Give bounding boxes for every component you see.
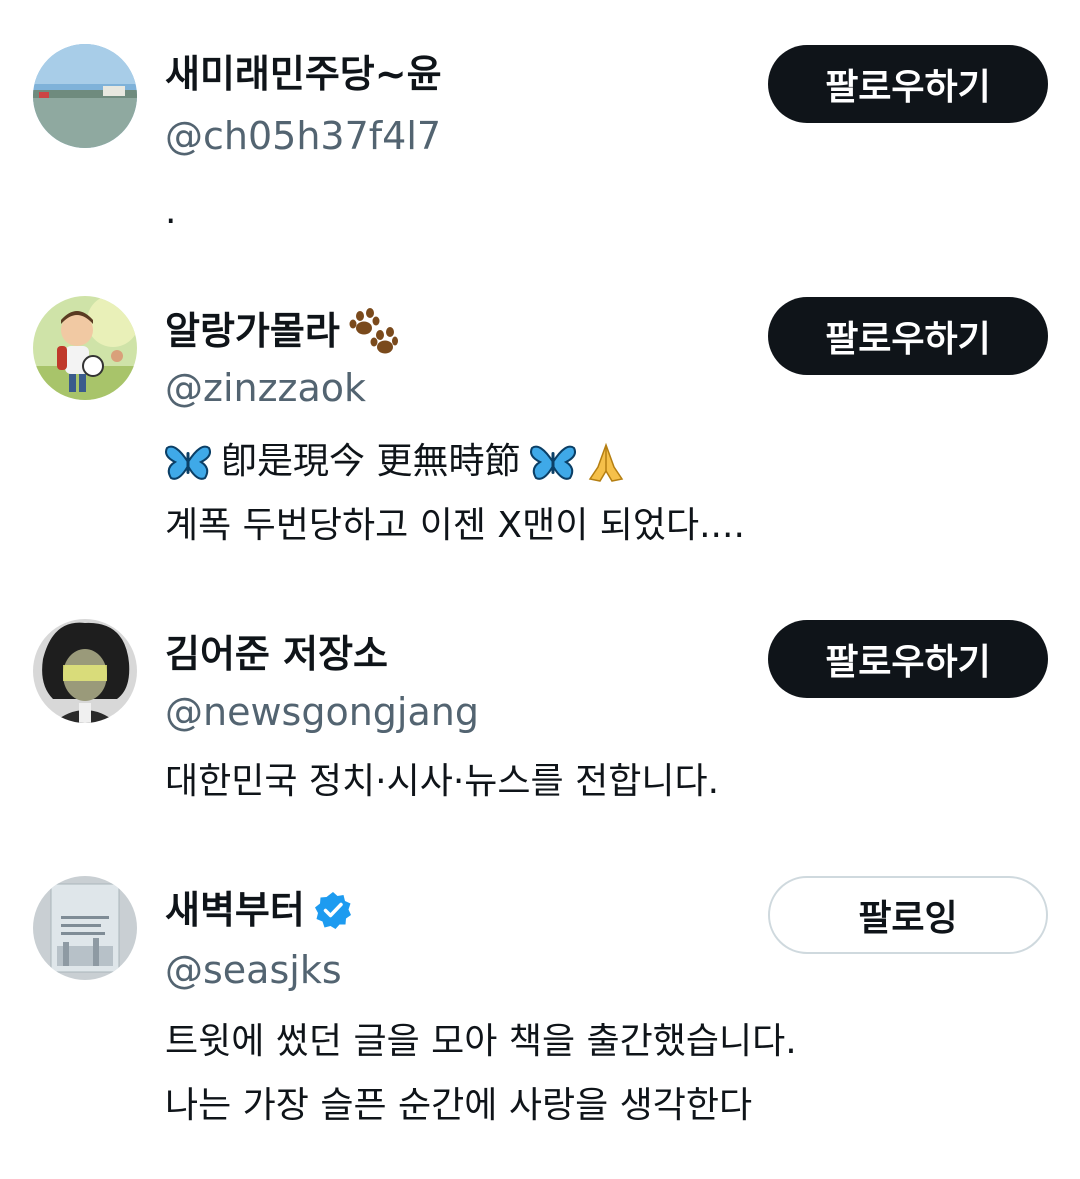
following-button[interactable]: 팔로잉	[768, 876, 1048, 954]
bio-line: 나는 가장 슬픈 순간에 사랑을 생각한다	[165, 1085, 753, 1126]
paw-prints-icon	[348, 308, 398, 354]
display-name-text: 새미래민주당~윤	[165, 52, 442, 96]
avatar[interactable]	[33, 876, 137, 980]
follow-button[interactable]: 팔로우하기	[768, 297, 1048, 375]
user-handle: @seasjks	[165, 948, 342, 992]
butterfly-icon	[530, 442, 577, 482]
avatar[interactable]	[33, 44, 137, 148]
avatar[interactable]	[33, 296, 137, 400]
user-handle: @newsgongjang	[165, 690, 479, 734]
follow-button[interactable]: 팔로우하기	[768, 620, 1048, 698]
user-handle: @ch05h37f4l7	[165, 114, 442, 158]
user-bio: 트윗에 썼던 글을 모아 책을 출간했습니다. 나는 가장 슬픈 순간에 사랑을…	[165, 1010, 797, 1138]
user-bio: 卽是現今 更無時節 계폭 두번당하고 이젠 X맨이 되었다....	[165, 430, 745, 558]
display-name[interactable]: 김어준 저장소	[165, 632, 388, 676]
display-name-text: 새벽부터	[165, 888, 305, 932]
bio-line: .	[165, 191, 177, 232]
display-name[interactable]: 알랑가몰라	[165, 308, 398, 354]
bio-line: 트윗에 썼던 글을 모아 책을 출간했습니다.	[165, 1021, 797, 1062]
avatar[interactable]	[33, 619, 137, 723]
bio-line: 卽是現今 更無時節	[165, 430, 745, 494]
bio-line: 계폭 두번당하고 이젠 X맨이 되었다....	[165, 505, 745, 546]
bio-text: 卽是現今 更無時節	[221, 441, 521, 482]
follow-button[interactable]: 팔로우하기	[768, 45, 1048, 123]
butterfly-icon	[165, 442, 211, 482]
user-bio: .	[165, 180, 176, 244]
user-bio: 대한민국 정치·시사·뉴스를 전합니다.	[165, 750, 719, 814]
display-name[interactable]: 새벽부터	[165, 888, 353, 932]
display-name-text: 알랑가몰라	[165, 309, 340, 353]
display-name[interactable]: 새미래민주당~윤	[165, 52, 442, 96]
user-handle: @zinzzaok	[165, 366, 367, 410]
folded-hands-icon	[586, 441, 626, 483]
bio-line: 대한민국 정치·시사·뉴스를 전합니다.	[165, 761, 720, 802]
verified-badge-icon	[313, 890, 353, 930]
display-name-text: 김어준 저장소	[165, 632, 388, 676]
